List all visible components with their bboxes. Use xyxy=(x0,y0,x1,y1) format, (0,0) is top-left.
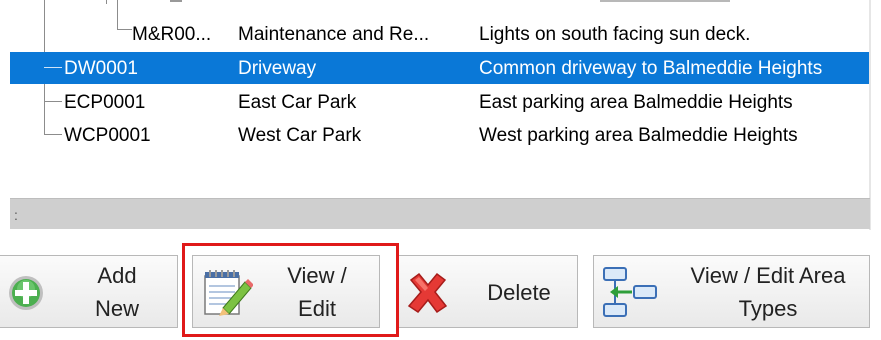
delete-button[interactable]: Delete xyxy=(398,255,578,328)
cut-off-text xyxy=(170,0,182,2)
row-code: DW0001 xyxy=(64,58,138,79)
view-edit-highlight-box xyxy=(182,243,399,337)
add-icon xyxy=(9,276,43,310)
table-row[interactable]: ECP0001 East Car Park East parking area … xyxy=(10,86,870,118)
delete-label: Delete xyxy=(487,280,551,305)
row-name: West Car Park xyxy=(238,125,362,146)
area-types-label-1: View / Edit Area xyxy=(690,263,846,288)
panel-border xyxy=(869,0,871,230)
row-code: WCP0001 xyxy=(64,125,151,146)
area-tree-grid: M&R00... Maintenance and Re... Lights on… xyxy=(10,0,870,196)
table-row[interactable]: M&R00... Maintenance and Re... Lights on… xyxy=(10,18,870,50)
row-description: Lights on south facing sun deck. xyxy=(479,24,751,45)
tree-line-branch xyxy=(44,67,62,68)
cut-off-text xyxy=(600,0,730,2)
horizontal-scrollbar[interactable]: : xyxy=(10,198,870,229)
view-edit-area-types-button[interactable]: View / Edit Area Types xyxy=(593,255,870,328)
tree-line xyxy=(106,0,107,4)
add-new-button[interactable]: Add New xyxy=(0,255,178,328)
row-description: West parking area Balmeddie Heights xyxy=(479,125,798,146)
scrollbar-grip: : xyxy=(14,207,18,223)
row-name: Driveway xyxy=(238,58,317,79)
table-row-selected[interactable]: DW0001 Driveway Common driveway to Balme… xyxy=(10,52,870,84)
row-description: East parking area Balmeddie Heights xyxy=(479,92,793,113)
hierarchy-icon xyxy=(603,267,657,317)
row-code: M&R00... xyxy=(132,24,212,45)
add-new-label-1: Add xyxy=(97,263,137,288)
table-row[interactable]: WCP0001 West Car Park West parking area … xyxy=(10,119,870,151)
area-types-label-2: Types xyxy=(738,296,798,321)
row-description: Common driveway to Balmeddie Heights xyxy=(479,58,823,79)
add-new-label-2: New xyxy=(94,296,139,321)
row-name: Maintenance and Re... xyxy=(238,24,430,45)
row-code: ECP0001 xyxy=(64,92,146,113)
red-x-icon xyxy=(407,272,448,314)
row-name: East Car Park xyxy=(238,92,357,113)
